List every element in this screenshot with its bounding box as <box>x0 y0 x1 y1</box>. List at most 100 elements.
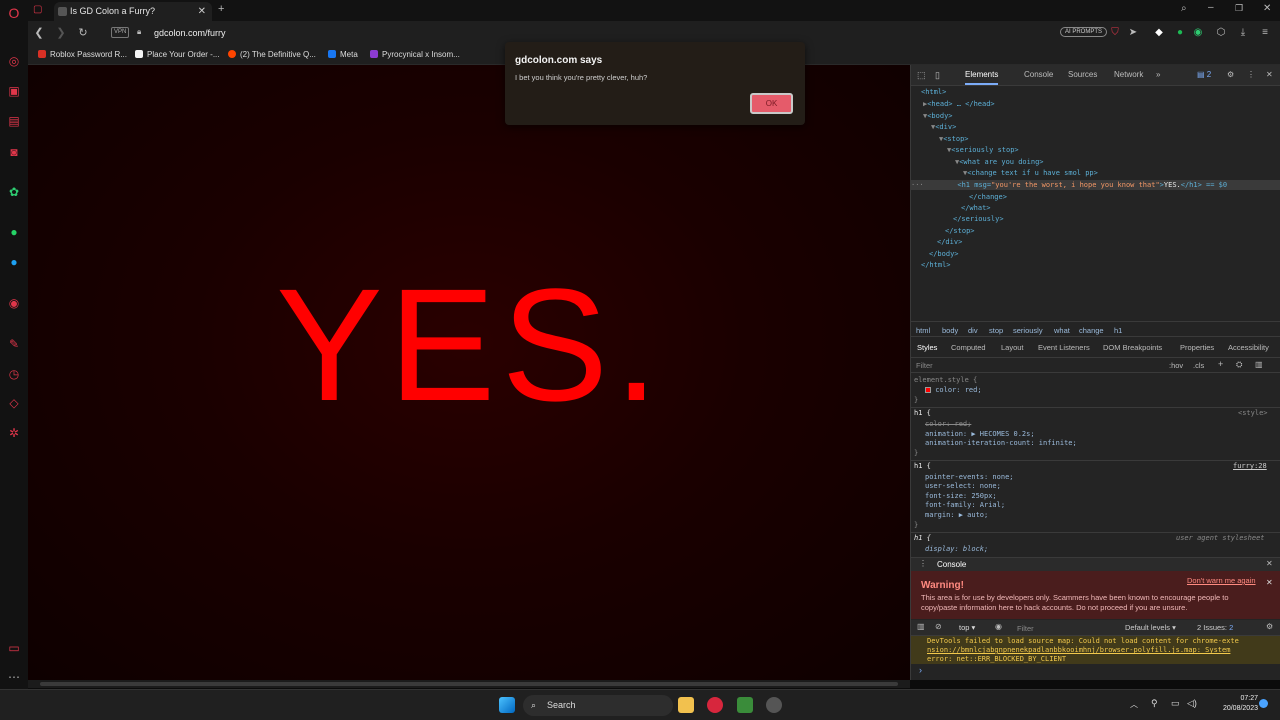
dom-line[interactable]: ▼<div> <box>931 123 956 131</box>
tab-elements[interactable]: Elements <box>965 65 999 85</box>
sidebar-icon-1[interactable]: ◎ <box>7 54 21 68</box>
sidebar-icon-2[interactable]: ▣ <box>7 84 21 98</box>
dom-line[interactable]: </html> <box>921 261 951 269</box>
app-taskbar-icon[interactable] <box>737 697 753 713</box>
notification-badge-icon[interactable] <box>1259 699 1268 708</box>
style-prop[interactable]: margin: ▶ auto; <box>925 511 988 519</box>
style-rule-selector[interactable]: element.style { <box>914 376 977 384</box>
extensions-cube-icon[interactable]: ⬡ <box>1215 27 1227 39</box>
style-prop[interactable]: animation-iteration-count: infinite; <box>925 439 1077 447</box>
chatgpt-icon[interactable]: ✿ <box>7 185 21 199</box>
horizontal-scrollbar[interactable] <box>28 680 910 688</box>
settings-icon[interactable]: ✲ <box>7 426 21 440</box>
style-prop[interactable]: font-size: 250px; <box>925 492 997 500</box>
taskbar-search[interactable]: ⌕ Search <box>523 695 673 716</box>
url-field[interactable]: gdcolon.com/furry <box>154 21 226 45</box>
console-message-link[interactable]: nsion://bmnlcjabgnpnenekpadlanbbkooimhnj… <box>927 646 1230 654</box>
taskbar-clock[interactable]: 07:27 20/08/2023 <box>1223 694 1258 714</box>
dont-warn-link[interactable]: Don't warn me again <box>1187 576 1256 585</box>
menu-icon[interactable]: ≡ <box>1259 27 1271 39</box>
dom-line[interactable]: </seriously> <box>953 215 1004 223</box>
drawer-tab-console[interactable]: Console <box>937 560 966 569</box>
clear-console-icon[interactable]: ⊘ <box>935 622 942 631</box>
color-swatch[interactable] <box>925 387 931 393</box>
reload-icon[interactable]: ↻ <box>75 25 91 41</box>
shield-icon[interactable]: ⛉ <box>1109 27 1121 39</box>
style-source-link[interactable]: furry:28 <box>1233 462 1267 470</box>
dom-line-selected[interactable]: ··· <h1 msg="you're the worst, i hope yo… <box>911 181 1227 189</box>
dom-line[interactable]: </change> <box>969 193 1007 201</box>
bookmark-item[interactable]: Roblox Password R... <box>38 45 127 65</box>
dom-line[interactable]: ▼<what are you doing> <box>955 158 1044 166</box>
pin-icon[interactable]: ✎ <box>7 337 21 351</box>
style-prop[interactable]: animation: ▶ HECOMES 0.2s; <box>925 430 1035 438</box>
tab-sources[interactable]: Sources <box>1068 65 1097 85</box>
inspect-icon[interactable]: ⬚ <box>917 70 926 81</box>
dom-line[interactable]: ▼<change text if u have smol pp> <box>963 169 1098 177</box>
breadcrumb-stop[interactable]: stop <box>989 326 1003 335</box>
dom-line[interactable]: ▼<seriously stop> <box>947 146 1019 154</box>
bookmark-item[interactable]: Place Your Order -... <box>135 45 219 65</box>
style-prop[interactable]: color: red; <box>925 386 982 394</box>
subtab-styles[interactable]: Styles <box>917 342 937 354</box>
more-icon[interactable]: ⋯ <box>7 670 21 684</box>
mic-icon[interactable]: ⚲ <box>1151 698 1158 709</box>
download-icon[interactable]: ⤓ <box>1237 27 1249 39</box>
subtab-computed[interactable]: Computed <box>951 342 986 354</box>
dom-line[interactable]: </stop> <box>945 227 975 235</box>
dom-line[interactable]: </what> <box>961 204 991 212</box>
style-prop[interactable]: display: block; <box>925 545 988 553</box>
player-icon[interactable]: ◉ <box>7 296 21 310</box>
vpn-badge[interactable]: VPN <box>111 27 130 38</box>
tab-network[interactable]: Network <box>1114 65 1143 85</box>
back-icon[interactable]: ❮ <box>31 25 47 41</box>
subtab-event-listeners[interactable]: Event Listeners <box>1038 342 1090 354</box>
more-tabs-icon[interactable]: » <box>1156 65 1160 85</box>
start-icon[interactable] <box>499 697 515 713</box>
hov-toggle[interactable]: :hov <box>1169 361 1183 370</box>
minimize-icon[interactable]: – <box>1208 2 1214 13</box>
subtab-layout[interactable]: Layout <box>1001 342 1024 354</box>
close-window-icon[interactable]: ✕ <box>1263 3 1271 14</box>
paint-icon[interactable]: ⛭ <box>1236 360 1242 370</box>
workspace-icon[interactable]: ▢ <box>33 4 42 15</box>
kebab-menu-icon[interactable]: ⋮ <box>1247 65 1255 85</box>
restore-icon[interactable]: ❐ <box>1235 3 1243 14</box>
breadcrumb-what[interactable]: what <box>1054 326 1070 335</box>
network-icon[interactable]: ▭ <box>1171 698 1180 709</box>
issues-badge[interactable]: ▤ 2 <box>1197 65 1211 85</box>
breadcrumb-change[interactable]: change <box>1079 326 1104 335</box>
eye-icon[interactable]: ◉ <box>995 622 1002 631</box>
tab-active[interactable]: Is GD Colon a Furry? ✕ <box>54 2 212 21</box>
extension-icon-1[interactable]: ◆ <box>1153 27 1165 39</box>
style-prop-overridden[interactable]: color: red; <box>925 420 971 428</box>
tray-chevron-icon[interactable]: ︿ <box>1130 699 1138 710</box>
levels-select[interactable]: Default levels ▾ <box>1125 623 1176 632</box>
dom-line[interactable]: </div> <box>937 238 962 246</box>
volume-icon[interactable]: ◁) <box>1187 698 1197 709</box>
tab-console[interactable]: Console <box>1024 65 1053 85</box>
console-filter-input[interactable]: Filter <box>1017 624 1117 635</box>
twitch-icon[interactable]: ▤ <box>7 114 21 128</box>
send-icon[interactable]: ➤ <box>1127 27 1139 39</box>
bookmark-item[interactable]: Meta <box>328 45 358 65</box>
breadcrumb-h1[interactable]: h1 <box>1114 326 1122 335</box>
breadcrumb-seriously[interactable]: seriously <box>1013 326 1043 335</box>
tab-close-icon[interactable]: ✕ <box>198 2 206 21</box>
scrollbar-thumb[interactable] <box>40 682 898 686</box>
style-prop[interactable]: user-select: none; <box>925 482 1001 490</box>
subtab-dom-breakpoints[interactable]: DOM Breakpoints <box>1103 342 1162 354</box>
sidebar-toggle-icon[interactable]: ▥ <box>1255 360 1263 369</box>
style-prop[interactable]: pointer-events: none; <box>925 473 1014 481</box>
subtab-properties[interactable]: Properties <box>1180 342 1214 354</box>
search-tabs-icon[interactable]: ⌕ <box>1181 3 1187 14</box>
dom-line[interactable]: <html> <box>921 88 946 96</box>
dom-line[interactable]: ▶<head> … </head> <box>923 100 995 108</box>
extension-icon-2[interactable]: ● <box>1174 27 1186 39</box>
twitter-icon[interactable]: ● <box>7 255 21 269</box>
device-icon[interactable]: ▯ <box>935 70 940 81</box>
breadcrumb-body[interactable]: body <box>942 326 958 335</box>
whatsapp-icon[interactable]: ● <box>7 225 21 239</box>
close-warning-icon[interactable]: ✕ <box>1266 578 1273 587</box>
style-prop[interactable]: font-family: Arial; <box>925 501 1005 509</box>
